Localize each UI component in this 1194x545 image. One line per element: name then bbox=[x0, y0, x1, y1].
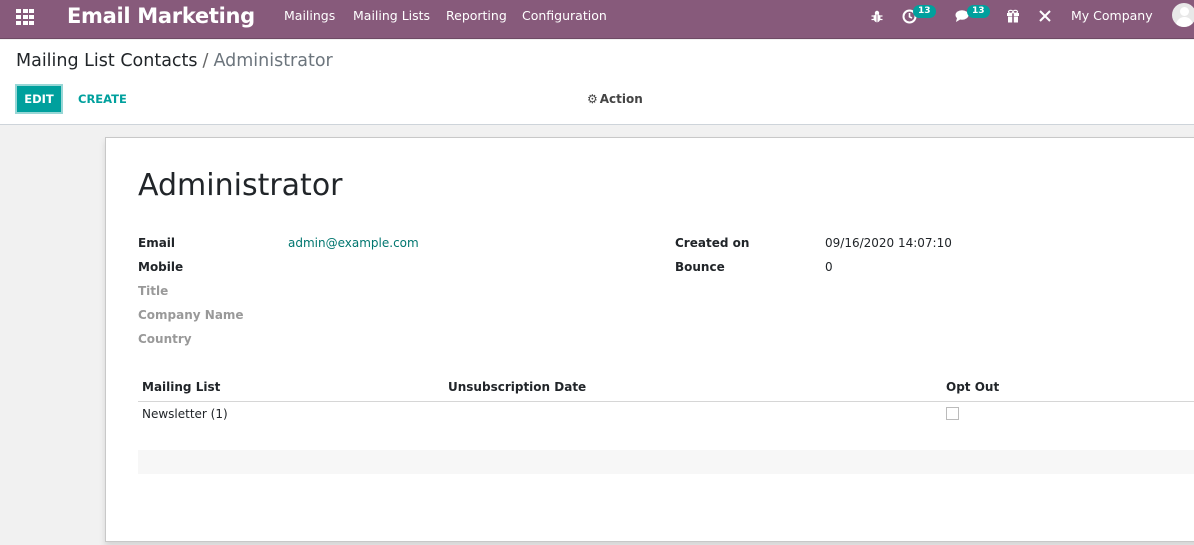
table-blank-row bbox=[138, 426, 1194, 450]
menu-mailing-lists[interactable]: Mailing Lists bbox=[353, 0, 430, 31]
app-title[interactable]: Email Marketing bbox=[67, 3, 255, 29]
table-blank-row bbox=[138, 450, 1194, 474]
table-row[interactable]: Newsletter (1) bbox=[138, 402, 1194, 426]
mobile-label: Mobile bbox=[138, 260, 184, 274]
breadcrumb-current: Administrator bbox=[213, 51, 333, 71]
opt-out-checkbox[interactable] bbox=[946, 407, 959, 420]
record-title: Administrator bbox=[138, 168, 343, 203]
gift-icon[interactable] bbox=[1005, 8, 1020, 24]
column-unsubscription-date[interactable]: Unsubscription Date bbox=[448, 380, 586, 394]
gear-icon: ⚙ bbox=[587, 92, 598, 106]
activity-count-badge: 13 bbox=[913, 5, 936, 18]
action-label: Action bbox=[599, 92, 643, 106]
column-mailing-list[interactable]: Mailing List bbox=[142, 380, 220, 394]
company-switcher[interactable]: My Company bbox=[1071, 0, 1153, 31]
breadcrumb-parent-link[interactable]: Mailing List Contacts bbox=[16, 51, 198, 71]
email-value[interactable]: admin@example.com bbox=[288, 236, 419, 250]
form-sheet: Administrator Email admin@example.com Mo… bbox=[105, 137, 1194, 542]
debug-bug-icon[interactable] bbox=[870, 8, 884, 24]
action-dropdown[interactable]: ⚙ Action bbox=[587, 84, 643, 114]
control-panel: Mailing List Contacts / Administrator EDIT… bbox=[0, 40, 1194, 125]
column-opt-out[interactable]: Opt Out bbox=[946, 380, 999, 394]
breadcrumb-separator: / bbox=[202, 51, 209, 71]
breadcrumb: Mailing List Contacts / Administrator bbox=[16, 51, 333, 71]
created-on-label: Created on bbox=[675, 236, 750, 250]
menu-configuration[interactable]: Configuration bbox=[522, 0, 607, 31]
created-on-value: 09/16/2020 14:07:10 bbox=[825, 236, 952, 250]
menu-mailings[interactable]: Mailings bbox=[284, 0, 335, 31]
bounce-value: 0 bbox=[825, 260, 833, 274]
tools-icon[interactable] bbox=[1037, 8, 1052, 24]
subscriptions-table-header: Mailing List Unsubscription Date Opt Out bbox=[138, 376, 1194, 402]
apps-menu-icon[interactable] bbox=[16, 9, 34, 25]
messages-count-badge: 13 bbox=[967, 5, 990, 18]
edit-button[interactable]: EDIT bbox=[15, 84, 63, 114]
company-name-label: Company Name bbox=[138, 308, 244, 322]
top-navbar: Email Marketing Mailings Mailing Lists R… bbox=[0, 0, 1194, 39]
menu-reporting[interactable]: Reporting bbox=[446, 0, 507, 31]
country-label: Country bbox=[138, 332, 192, 346]
create-button[interactable]: CREATE bbox=[78, 84, 127, 114]
title-label: Title bbox=[138, 284, 169, 298]
email-label: Email bbox=[138, 236, 176, 250]
bounce-label: Bounce bbox=[675, 260, 725, 274]
user-avatar[interactable] bbox=[1172, 3, 1194, 27]
mailing-list-cell: Newsletter (1) bbox=[142, 407, 228, 421]
